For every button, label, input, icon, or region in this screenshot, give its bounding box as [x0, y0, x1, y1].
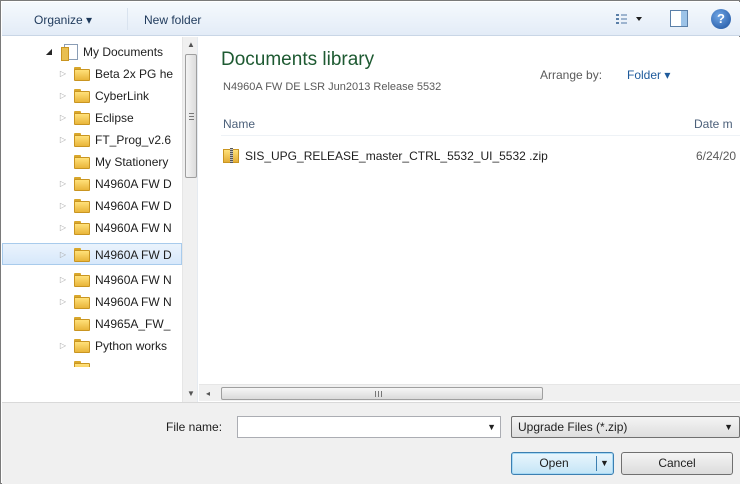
expand-arrow-icon[interactable]: ▷	[58, 335, 68, 357]
library-title: Documents library	[221, 49, 375, 70]
expand-arrow-icon[interactable]: ▷	[58, 244, 68, 264]
nav-item-folder[interactable]: ▷ FT_Prog_v2.6	[2, 129, 182, 151]
nav-item-folder[interactable]: ▷ N4960A FW N	[2, 269, 182, 291]
nav-item-label: N4960A FW N	[95, 295, 172, 309]
arrange-by-dropdown[interactable]: Folder ▾	[627, 68, 670, 82]
horizontal-scrollbar[interactable]: ◂	[199, 384, 740, 401]
folder-icon	[74, 133, 90, 147]
nav-item-folder-partial	[2, 357, 182, 367]
expand-arrow-icon[interactable]: ▷	[58, 269, 68, 291]
help-icon[interactable]: ?	[711, 9, 731, 29]
folder-icon	[74, 177, 90, 191]
scroll-thumb[interactable]	[185, 54, 197, 178]
nav-item-my-documents[interactable]: ◢ My Documents	[2, 41, 182, 63]
folder-icon	[74, 273, 90, 287]
folder-icon	[74, 111, 90, 125]
folder-icon	[74, 339, 90, 353]
cancel-button[interactable]: Cancel	[621, 452, 733, 475]
navigation-pane: ◢ My Documents ▷ Beta 2x PG he ▷ CyberLi…	[2, 37, 198, 402]
folder-icon	[74, 317, 90, 331]
nav-item-folder[interactable]: ▷ Eclipse	[2, 107, 182, 129]
nav-item-label: FT_Prog_v2.6	[95, 133, 172, 147]
preview-pane-icon[interactable]	[670, 10, 688, 27]
column-header-date[interactable]: Date m	[694, 117, 733, 131]
nav-item-folder-selected[interactable]: ▷ N4960A FW D	[2, 243, 182, 265]
toolbar-separator	[127, 8, 128, 30]
nav-item-folder[interactable]: ▷ N4960A FW D	[2, 173, 182, 195]
scroll-grip-icon	[375, 391, 383, 397]
file-row[interactable]: SIS_UPG_RELEASE_master_CTRL_5532_UI_5532…	[219, 145, 740, 167]
folder-icon	[74, 155, 90, 169]
nav-item-folder[interactable]: ▷ Python works	[2, 335, 182, 357]
scroll-up-arrow-icon[interactable]: ▲	[183, 37, 197, 53]
expand-arrow-icon[interactable]: ▷	[58, 291, 68, 313]
chevron-down-icon	[636, 17, 642, 21]
folder-icon	[74, 67, 90, 81]
folder-icon	[74, 248, 90, 262]
nav-scrollbar[interactable]: ▲ ▼	[182, 37, 197, 402]
file-name: SIS_UPG_RELEASE_master_CTRL_5532_UI_5532…	[245, 149, 548, 163]
expand-arrow-icon[interactable]: ▷	[58, 173, 68, 195]
expand-arrow-icon[interactable]: ▷	[58, 129, 68, 151]
nav-item-label: Python works	[95, 339, 168, 353]
new-folder-button[interactable]: New folder	[142, 11, 203, 29]
views-icon[interactable]	[615, 11, 645, 27]
file-name-label: File name:	[166, 420, 223, 434]
library-subtitle: N4960A FW DE LSR Jun2013 Release 5532	[223, 81, 442, 93]
nav-item-folder[interactable]: ▷ Beta 2x PG he	[2, 63, 182, 85]
open-button[interactable]: Open ▼	[511, 452, 614, 475]
file-date: 6/24/20	[696, 149, 737, 163]
folder-icon	[74, 361, 90, 367]
folder-icon	[74, 89, 90, 103]
zip-folder-icon	[223, 148, 239, 163]
button-separator	[596, 456, 597, 471]
expand-arrow-icon[interactable]: ▷	[58, 85, 68, 107]
toolbar: Organize ▾ New folder ?	[2, 2, 740, 36]
chevron-down-icon[interactable]: ▼	[487, 420, 496, 434]
nav-item-folder[interactable]: ▷ N4960A FW N	[2, 217, 182, 239]
chevron-down-icon[interactable]: ▼	[600, 453, 609, 474]
nav-item-label: My Stationery	[95, 155, 169, 169]
collapse-arrow-icon[interactable]: ◢	[44, 41, 54, 63]
nav-item-label: N4960A FW N	[95, 221, 172, 235]
horizontal-scroll-thumb[interactable]	[221, 387, 543, 400]
arrange-by-label: Arrange by:	[540, 68, 603, 82]
folder-icon	[74, 221, 90, 235]
file-type-value: Upgrade Files (*.zip)	[518, 420, 628, 434]
nav-item-folder[interactable]: My Stationery	[2, 151, 182, 173]
file-open-dialog: Organize ▾ New folder ? ◢ My Documents ▷…	[0, 0, 740, 484]
organize-button[interactable]: Organize ▾	[32, 11, 94, 29]
expand-arrow-icon[interactable]: ▷	[58, 107, 68, 129]
nav-item-label: N4960A FW D	[95, 199, 172, 213]
scroll-left-arrow-icon[interactable]: ◂	[201, 385, 215, 402]
nav-item-label: Eclipse	[95, 111, 134, 125]
nav-item-label: CyberLink	[95, 89, 150, 103]
nav-item-label: My Documents	[83, 45, 164, 59]
chevron-down-icon: ▼	[724, 422, 733, 432]
expand-arrow-icon[interactable]: ▷	[58, 63, 68, 85]
scroll-down-arrow-icon[interactable]: ▼	[183, 386, 197, 402]
expand-arrow-icon[interactable]: ▷	[58, 195, 68, 217]
nav-item-folder[interactable]: ▷ N4960A FW D	[2, 195, 182, 217]
folder-icon	[74, 199, 90, 213]
folder-icon	[74, 295, 90, 309]
nav-item-label: N4965A_FW_	[95, 317, 171, 331]
nav-item-label: N4960A FW D	[95, 248, 172, 262]
nav-item-folder[interactable]: ▷ CyberLink	[2, 85, 182, 107]
column-header-name[interactable]: Name	[223, 117, 255, 131]
file-type-select[interactable]: Upgrade Files (*.zip) ▼	[511, 416, 740, 438]
expand-arrow-icon[interactable]: ▷	[58, 217, 68, 239]
file-name-input[interactable]: ▼	[237, 416, 501, 438]
column-divider	[221, 135, 740, 136]
nav-item-label: N4960A FW D	[95, 177, 172, 191]
dialog-footer: File name: ▼ Upgrade Files (*.zip) ▼ Ope…	[2, 402, 740, 484]
open-button-label: Open	[539, 456, 569, 470]
nav-item-folder[interactable]: N4965A_FW_	[2, 313, 182, 335]
documents-library-icon	[61, 44, 78, 61]
nav-item-label: Beta 2x PG he	[95, 67, 174, 81]
nav-item-label: N4960A FW N	[95, 273, 172, 287]
content-pane: Documents library N4960A FW DE LSR Jun20…	[199, 37, 740, 402]
nav-item-folder[interactable]: ▷ N4960A FW N	[2, 291, 182, 313]
